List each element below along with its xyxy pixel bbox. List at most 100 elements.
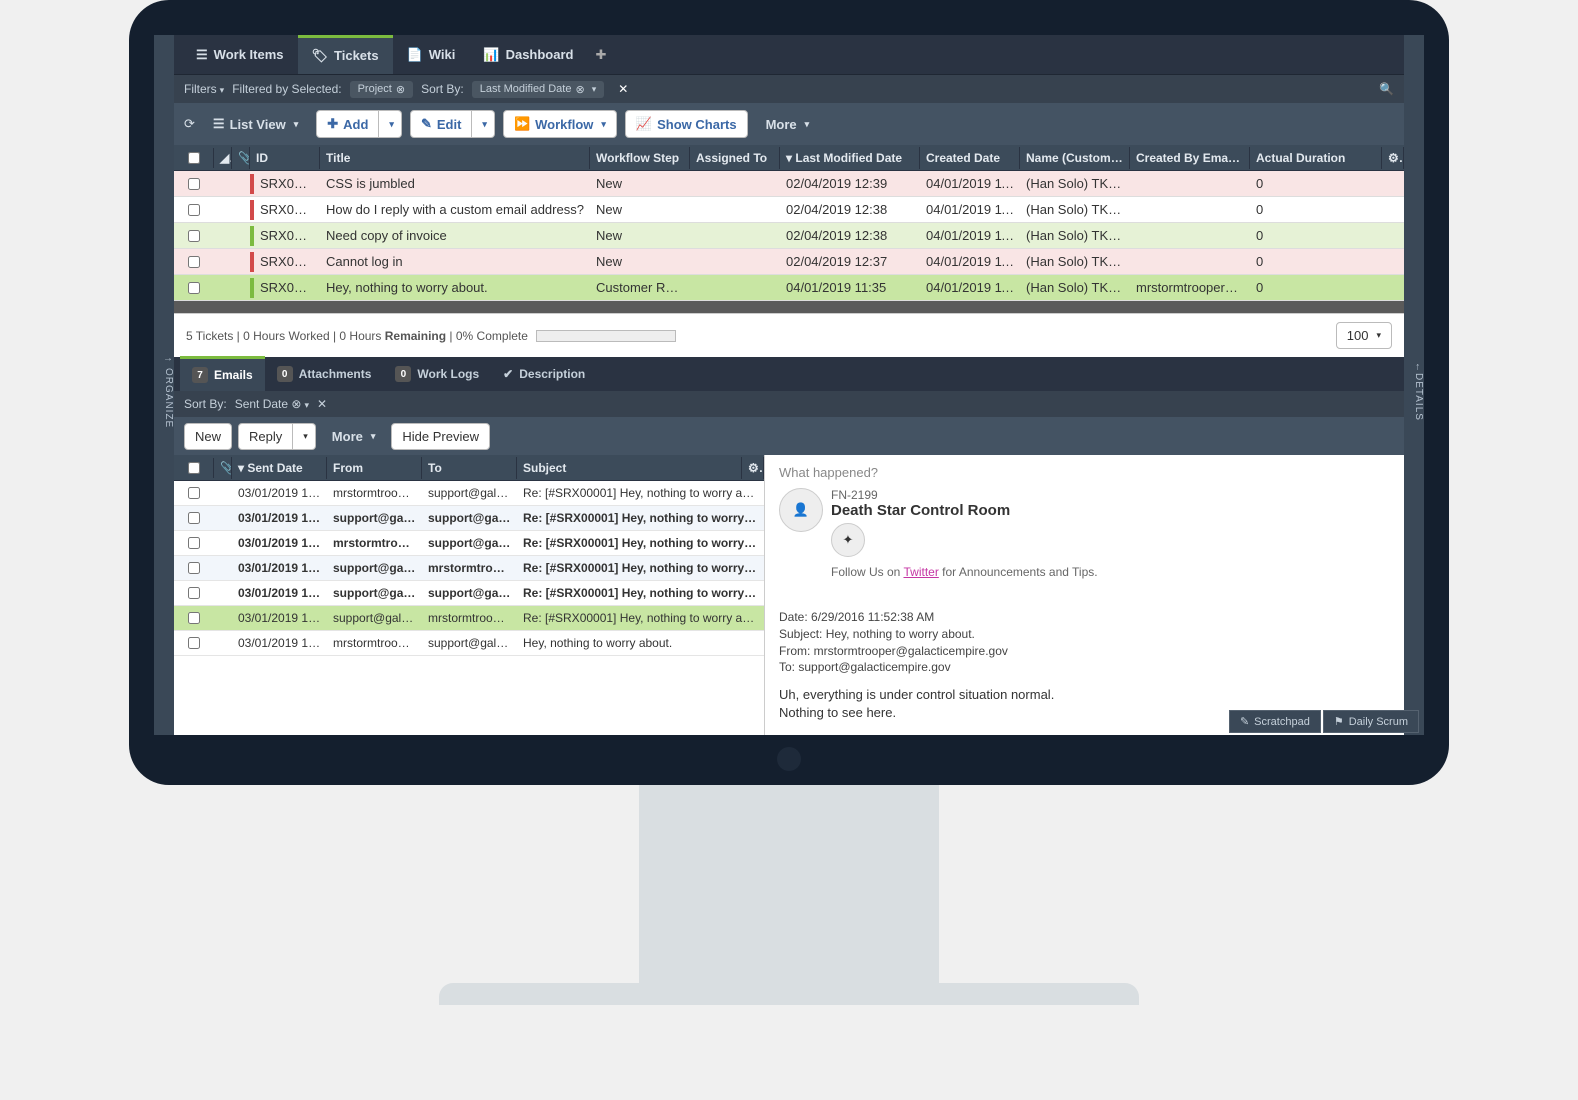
add-dropdown[interactable]	[379, 110, 402, 138]
remove-chip-icon[interactable]: ⊗	[396, 83, 405, 96]
cell-customer: (Han Solo) TK-421	[1020, 251, 1130, 272]
emails-sort-chip[interactable]: Sent Date ⊗	[235, 397, 309, 411]
horizontal-scrollbar[interactable]	[174, 301, 1404, 313]
email-row-checkbox[interactable]	[188, 612, 200, 624]
pencil-icon: ✎	[1240, 715, 1249, 728]
email-row-checkbox[interactable]	[188, 487, 200, 499]
gear-icon[interactable]: ⚙	[1382, 147, 1404, 169]
email-row-checkbox[interactable]	[188, 512, 200, 524]
email-row[interactable]: 03/01/2019 1…mrstormtroop…support@gala…H…	[174, 631, 764, 656]
row-checkbox[interactable]	[188, 230, 200, 242]
col-title[interactable]: Title	[320, 147, 590, 169]
col-modified[interactable]: ▾ Last Modified Date	[780, 147, 920, 169]
workflow-dropdown[interactable]: ⏩ Workflow	[503, 110, 617, 138]
edit-button[interactable]: ✎ Edit	[410, 110, 472, 138]
col-sent-date[interactable]: ▾ Sent Date	[232, 457, 327, 479]
cell-customer: (Han Solo) TK-421	[1020, 277, 1130, 298]
emails-list-pane: 📎 ▾ Sent Date From To Subject ⚙ 03/01/20…	[174, 455, 764, 735]
show-charts-button[interactable]: 📈 Show Charts	[625, 110, 748, 138]
cell-duration: 0	[1250, 173, 1382, 194]
col-from[interactable]: From	[327, 457, 422, 479]
col-duration[interactable]: Actual Duration	[1250, 147, 1382, 169]
row-checkbox[interactable]	[188, 256, 200, 268]
email-row-checkbox[interactable]	[188, 537, 200, 549]
attachment-header-icon[interactable]: 📎	[232, 147, 250, 169]
email-row[interactable]: 03/01/2019 1…mrstormtroo…support@gal…Re:…	[174, 531, 764, 556]
emails-more-dropdown[interactable]: More	[322, 424, 386, 449]
email-row[interactable]: 03/01/2019 1…support@gal…support@gal…Re:…	[174, 581, 764, 606]
tab-wiki[interactable]: 📄 Wiki	[393, 37, 470, 73]
email-headers: Date: 6/29/2016 11:52:38 AM Subject: Hey…	[779, 609, 1390, 676]
cell-workflow: Customer Re…	[590, 277, 690, 298]
cell-customer: (Han Solo) TK-421	[1020, 225, 1130, 246]
row-checkbox[interactable]	[188, 178, 200, 190]
email-row[interactable]: 03/01/2019 1…mrstormtroop…support@gala…R…	[174, 481, 764, 506]
twitter-link[interactable]: Twitter	[903, 565, 938, 579]
email-row[interactable]: 03/01/2019 1…support@gal…mrstormtroo…Re:…	[174, 556, 764, 581]
email-row-checkbox[interactable]	[188, 562, 200, 574]
tab-work-items[interactable]: ☰ Work Items	[182, 37, 298, 73]
sort-chip[interactable]: Last Modified Date ⊗	[472, 81, 604, 98]
cell-subject: Re: [#SRX00001] Hey, nothing to worry ab…	[517, 508, 764, 528]
daily-scrum-button[interactable]: ⚑ Daily Scrum	[1323, 710, 1419, 733]
col-to[interactable]: To	[422, 457, 517, 479]
filters-dropdown[interactable]: Filters	[184, 82, 224, 96]
hide-preview-button[interactable]: Hide Preview	[391, 423, 490, 450]
col-workflow[interactable]: Workflow Step	[590, 147, 690, 169]
emails-select-all[interactable]	[188, 462, 200, 474]
tab-tickets[interactable]: 🏷 Tickets	[298, 35, 393, 74]
scratchpad-button[interactable]: ✎ Scratchpad	[1229, 710, 1321, 733]
col-assigned[interactable]: Assigned To	[690, 147, 780, 169]
reply-button[interactable]: Reply	[238, 423, 293, 450]
col-email[interactable]: Created By Email Ad	[1130, 147, 1250, 169]
refresh-button[interactable]: ⟳	[184, 116, 195, 132]
col-customer[interactable]: Name (Customer Co	[1020, 147, 1130, 169]
details-sidebar-tab[interactable]: ← DETAILS	[1404, 35, 1424, 735]
ticket-row[interactable]: SRX00006Hey, nothing to worry about.Cust…	[174, 275, 1404, 301]
cell-subject: Re: [#SRX00001] Hey, nothing to worry ab…	[517, 483, 764, 503]
col-subject[interactable]: Subject	[517, 457, 742, 479]
attachment-header-icon[interactable]: 📎	[214, 457, 232, 479]
row-checkbox[interactable]	[188, 282, 200, 294]
expand-left-icon: ←	[1413, 362, 1424, 373]
cell-modified: 02/04/2019 12:39	[780, 173, 920, 194]
email-row[interactable]: 03/01/2019 1…support@gal…support@gal…Re:…	[174, 506, 764, 531]
clear-filters-button[interactable]: ✕	[618, 82, 628, 96]
more-dropdown[interactable]: More	[756, 112, 820, 137]
new-email-button[interactable]: New	[184, 423, 232, 450]
cell-from: support@gal…	[327, 558, 422, 578]
remove-sort-icon[interactable]: ⊗	[291, 397, 301, 411]
select-all-checkbox[interactable]	[188, 152, 200, 164]
ticket-row[interactable]: SRX00007CSS is jumbledNew02/04/2019 12:3…	[174, 171, 1404, 197]
remove-sort-icon[interactable]: ⊗	[575, 83, 584, 96]
ticket-row[interactable]: SRX00010Need copy of invoiceNew02/04/201…	[174, 223, 1404, 249]
page-size-dropdown[interactable]: 100	[1336, 322, 1392, 349]
add-tab-button[interactable]: ✚	[595, 47, 606, 63]
edit-dropdown[interactable]	[472, 110, 495, 138]
ticket-row[interactable]: SRX00008How do I reply with a custom ema…	[174, 197, 1404, 223]
email-row-checkbox[interactable]	[188, 587, 200, 599]
gear-icon[interactable]: ⚙	[742, 457, 764, 479]
reply-dropdown[interactable]	[293, 423, 316, 450]
filter-chip-project[interactable]: Project ⊗	[350, 81, 413, 98]
sort-indicator-icon[interactable]: ◢	[214, 147, 232, 169]
tab-attachments[interactable]: 0 Attachments	[265, 358, 384, 390]
tab-description[interactable]: ✔ Description	[491, 359, 597, 389]
tab-emails[interactable]: 7 Emails	[180, 356, 265, 391]
tab-work-logs[interactable]: 0 Work Logs	[383, 358, 491, 390]
cell-to: support@gal…	[422, 508, 517, 528]
clear-email-filters[interactable]: ✕	[317, 397, 327, 411]
ticket-row[interactable]: SRX00009Cannot log inNew02/04/2019 12:37…	[174, 249, 1404, 275]
email-row[interactable]: 03/01/2019 1…support@gala…mrstormtroop…R…	[174, 606, 764, 631]
tab-dashboard[interactable]: 📊 Dashboard	[469, 37, 587, 73]
email-row-checkbox[interactable]	[188, 637, 200, 649]
col-created[interactable]: Created Date	[920, 147, 1020, 169]
cell-created: 04/01/2019 11:35	[920, 277, 1020, 298]
search-icon[interactable]: 🔍	[1379, 82, 1394, 96]
col-id[interactable]: ID	[250, 147, 320, 169]
add-button[interactable]: ✚ Add	[316, 110, 379, 138]
organize-sidebar-tab[interactable]: → ORGANIZE	[154, 35, 174, 735]
cell-workflow: New	[590, 199, 690, 220]
list-view-dropdown[interactable]: ☰ List View	[203, 111, 308, 137]
row-checkbox[interactable]	[188, 204, 200, 216]
